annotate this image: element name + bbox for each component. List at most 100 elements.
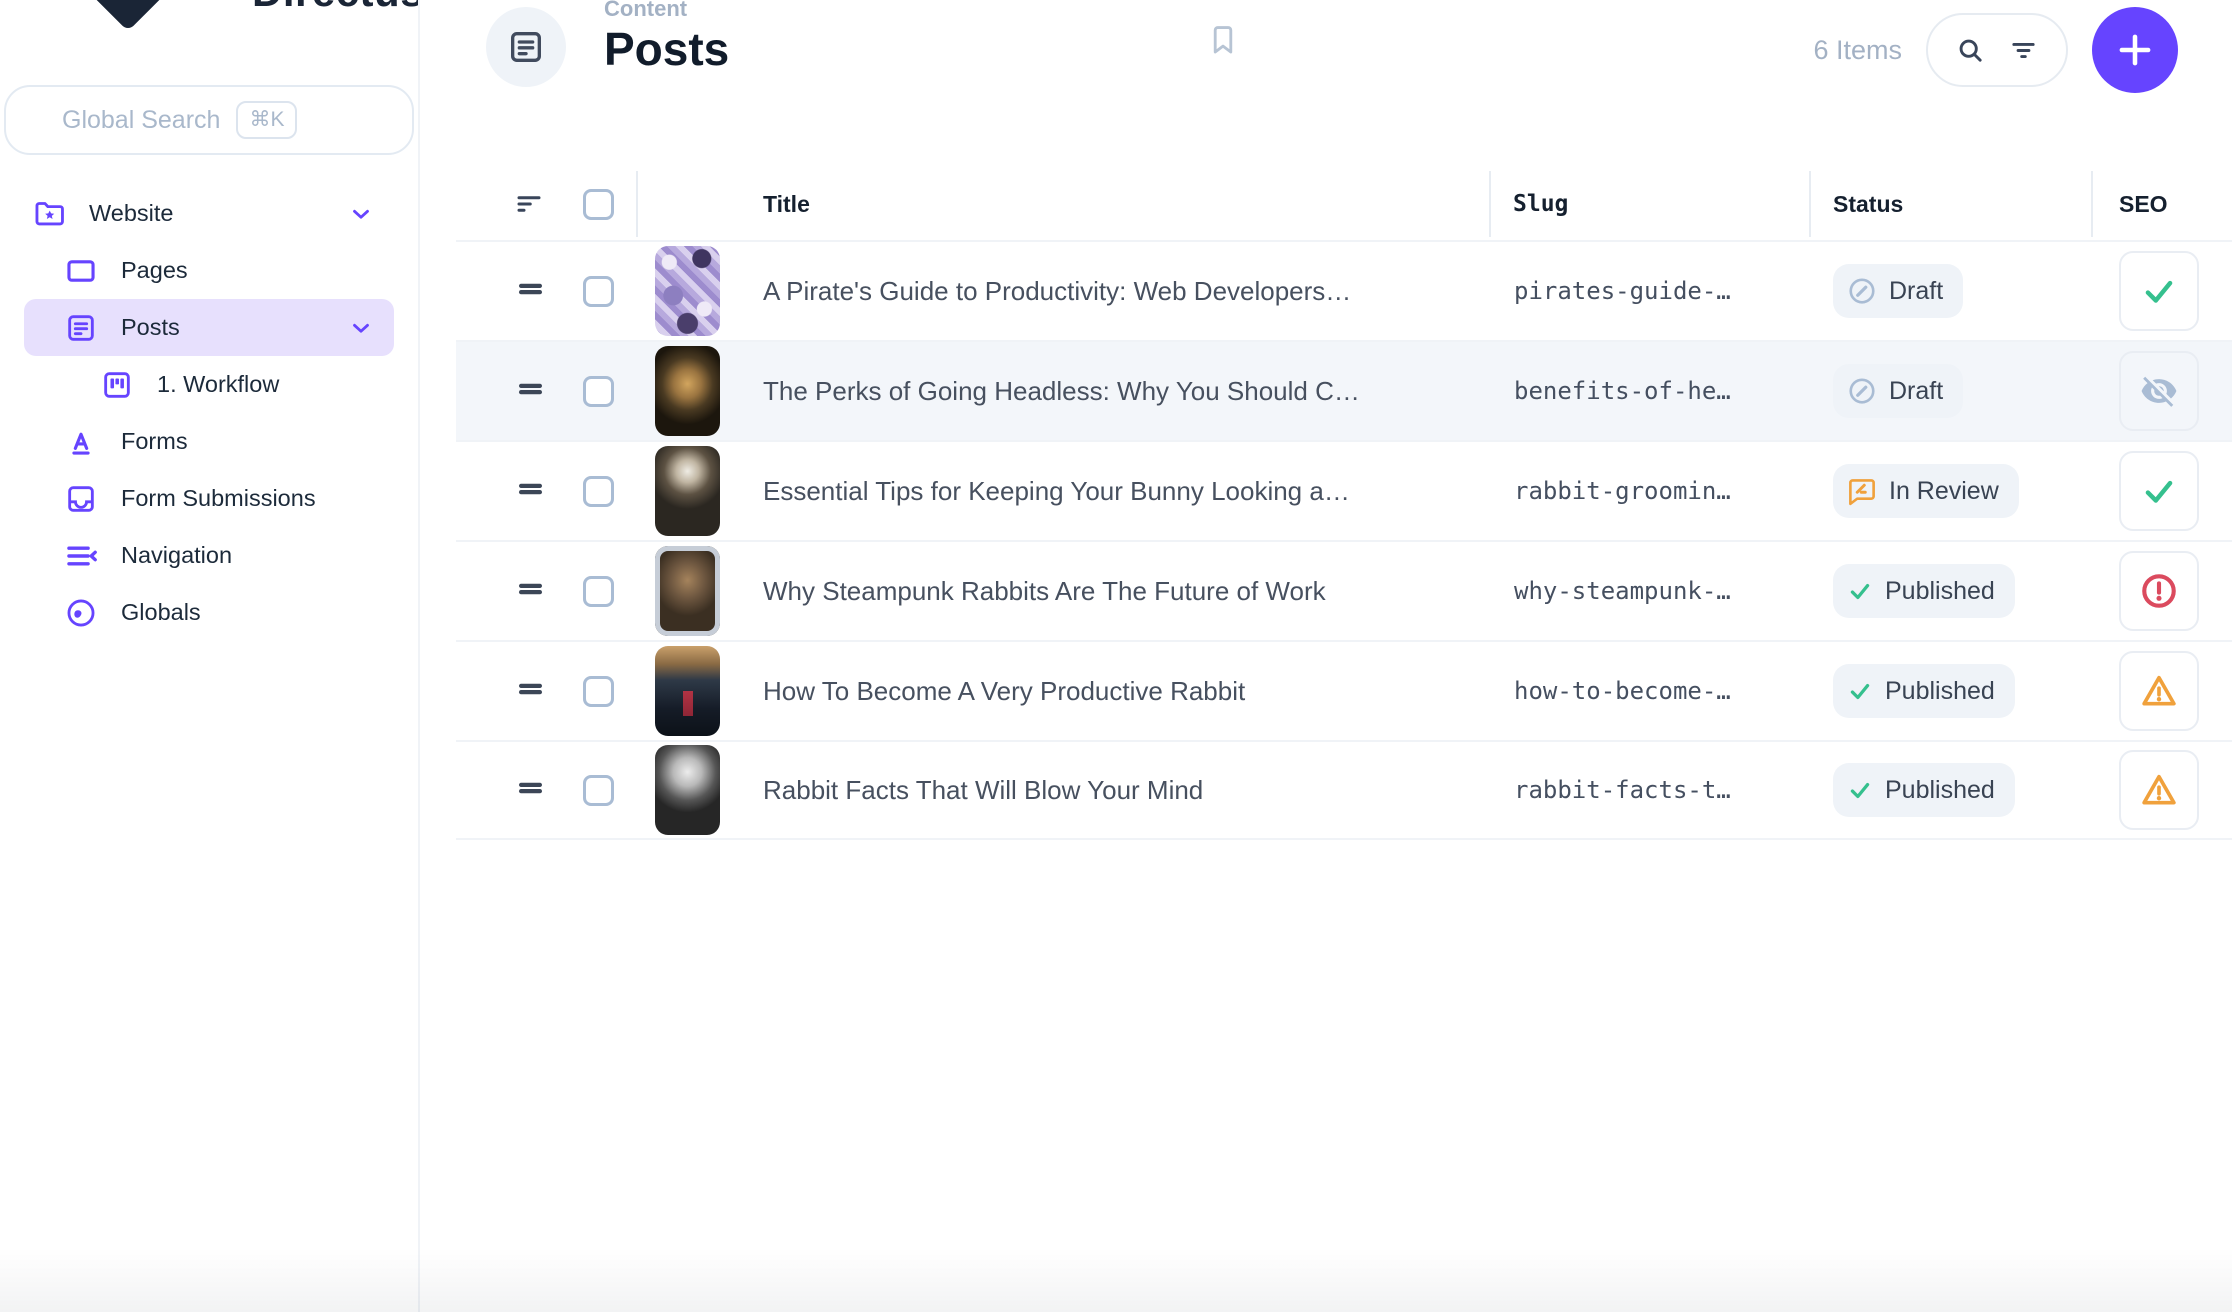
sidebar-item-website[interactable]: Website [24, 185, 394, 242]
column-header-slug[interactable]: Slug [1489, 168, 1809, 240]
row-checkbox[interactable] [583, 775, 614, 806]
table-row[interactable]: How To Become A Very Productive Rabbit h… [456, 640, 2232, 740]
app-name: Directus [252, 0, 420, 16]
row-checkbox-cell [560, 576, 636, 607]
row-checkbox[interactable] [583, 276, 614, 307]
row-title: The Perks of Going Headless: Why You Sho… [763, 376, 1360, 407]
directus-logo-icon [76, 0, 181, 31]
keyboard-shortcut-badge: ⌘K [236, 101, 297, 138]
bookmark-button[interactable] [1206, 20, 1242, 64]
column-header-seo[interactable]: SEO [2091, 168, 2232, 240]
row-title: How To Become A Very Productive Rabbit [763, 676, 1245, 707]
sort-column-header[interactable] [456, 168, 560, 240]
add-item-button[interactable] [2092, 7, 2178, 93]
row-slug: rabbit-groomin… [1489, 477, 1809, 505]
row-slug: rabbit-facts-t… [1489, 776, 1809, 804]
nav-item-icon [64, 482, 98, 516]
search-icon[interactable] [1956, 36, 1985, 65]
drag-handle-icon[interactable] [514, 274, 547, 304]
row-thumbnail [655, 646, 720, 736]
sidebar-item-navigation[interactable]: Navigation [24, 527, 394, 584]
row-title-cell: A Pirate's Guide to Productivity: Web De… [636, 246, 1489, 336]
collection-icon-circle [486, 7, 566, 87]
nav-item-label: Website [89, 200, 325, 227]
sidebar-item-form-submissions[interactable]: Form Submissions [24, 470, 394, 527]
drag-handle-icon[interactable] [514, 773, 547, 803]
row-checkbox[interactable] [583, 576, 614, 607]
main-content: Content Posts 6 Items Title Slu [420, 0, 2232, 1312]
select-all-checkbox[interactable] [583, 189, 614, 220]
chevron-down-icon [348, 201, 374, 227]
status-label: Draft [1889, 277, 1943, 306]
seo-indicator-box [2119, 551, 2199, 631]
sidebar-item-forms[interactable]: Forms [24, 413, 394, 470]
global-search-input[interactable]: Global Search ⌘K [4, 85, 414, 155]
nav-item-label: Form Submissions [121, 485, 374, 512]
row-seo-cell [2091, 351, 2232, 431]
row-status-cell: Published [1809, 664, 2091, 718]
drag-handle-icon[interactable] [514, 574, 547, 604]
sort-icon [514, 189, 544, 219]
status-icon [1847, 476, 1877, 506]
select-all-column-header [560, 168, 636, 240]
table-row[interactable]: The Perks of Going Headless: Why You Sho… [456, 340, 2232, 440]
seo-status-icon [2140, 771, 2178, 809]
row-slug: benefits-of-he… [1489, 377, 1809, 405]
app-logo[interactable]: Directus [0, 0, 418, 40]
row-thumbnail [655, 446, 720, 536]
table-row[interactable]: Why Steampunk Rabbits Are The Future of … [456, 540, 2232, 640]
row-seo-cell [2091, 451, 2232, 531]
row-seo-cell [2091, 251, 2232, 331]
status-badge: Draft [1833, 264, 1963, 318]
search-filter-pill [1926, 13, 2068, 87]
nav-item-label: Pages [121, 257, 374, 284]
nav-item-label: Navigation [121, 542, 374, 569]
nav-item-icon [64, 425, 98, 459]
table-header-row: Title Slug Status SEO [456, 168, 2232, 240]
article-icon [506, 27, 546, 67]
row-handle-cell [456, 474, 560, 509]
drag-handle-icon[interactable] [514, 674, 547, 704]
status-icon [1847, 678, 1873, 704]
sidebar: Directus Global Search ⌘K Website Pages … [0, 0, 420, 1312]
column-header-status[interactable]: Status [1809, 168, 2091, 240]
row-title-cell: The Perks of Going Headless: Why You Sho… [636, 346, 1489, 436]
seo-status-icon [2140, 572, 2178, 610]
sidebar-item-posts[interactable]: Posts [24, 299, 394, 356]
sidebar-item-1-workflow[interactable]: 1. Workflow [24, 356, 394, 413]
status-label: Draft [1889, 377, 1943, 406]
column-header-title[interactable]: Title [636, 168, 1489, 240]
seo-indicator-box [2119, 750, 2199, 830]
row-seo-cell [2091, 651, 2232, 731]
status-badge: Published [1833, 763, 2015, 817]
nav-item-icon [64, 311, 98, 345]
table-row[interactable]: Essential Tips for Keeping Your Bunny Lo… [456, 440, 2232, 540]
nav-item-label: Globals [121, 599, 374, 626]
filter-icon[interactable] [2009, 36, 2038, 65]
row-title: Rabbit Facts That Will Blow Your Mind [763, 775, 1203, 806]
status-label: Published [1885, 577, 1995, 606]
status-badge: Published [1833, 664, 2015, 718]
drag-handle-icon[interactable] [514, 474, 547, 504]
seo-status-icon [2140, 272, 2178, 310]
table-row[interactable]: Rabbit Facts That Will Blow Your Mind ra… [456, 740, 2232, 840]
row-checkbox[interactable] [583, 476, 614, 507]
row-checkbox[interactable] [583, 376, 614, 407]
row-checkbox-cell [560, 476, 636, 507]
bookmark-icon [1206, 20, 1240, 60]
row-title-cell: How To Become A Very Productive Rabbit [636, 646, 1489, 736]
status-icon [1847, 276, 1877, 306]
table-row[interactable]: A Pirate's Guide to Productivity: Web De… [456, 240, 2232, 340]
sidebar-item-globals[interactable]: Globals [24, 584, 394, 641]
row-handle-cell [456, 274, 560, 309]
seo-indicator-box [2119, 251, 2199, 331]
drag-handle-icon[interactable] [514, 374, 547, 404]
seo-indicator-box [2119, 651, 2199, 731]
row-checkbox[interactable] [583, 676, 614, 707]
row-thumbnail [655, 346, 720, 436]
title-block: Content Posts [604, 0, 729, 77]
row-handle-cell [456, 773, 560, 808]
seo-status-icon [2140, 672, 2178, 710]
sidebar-item-pages[interactable]: Pages [24, 242, 394, 299]
row-checkbox-cell [560, 676, 636, 707]
